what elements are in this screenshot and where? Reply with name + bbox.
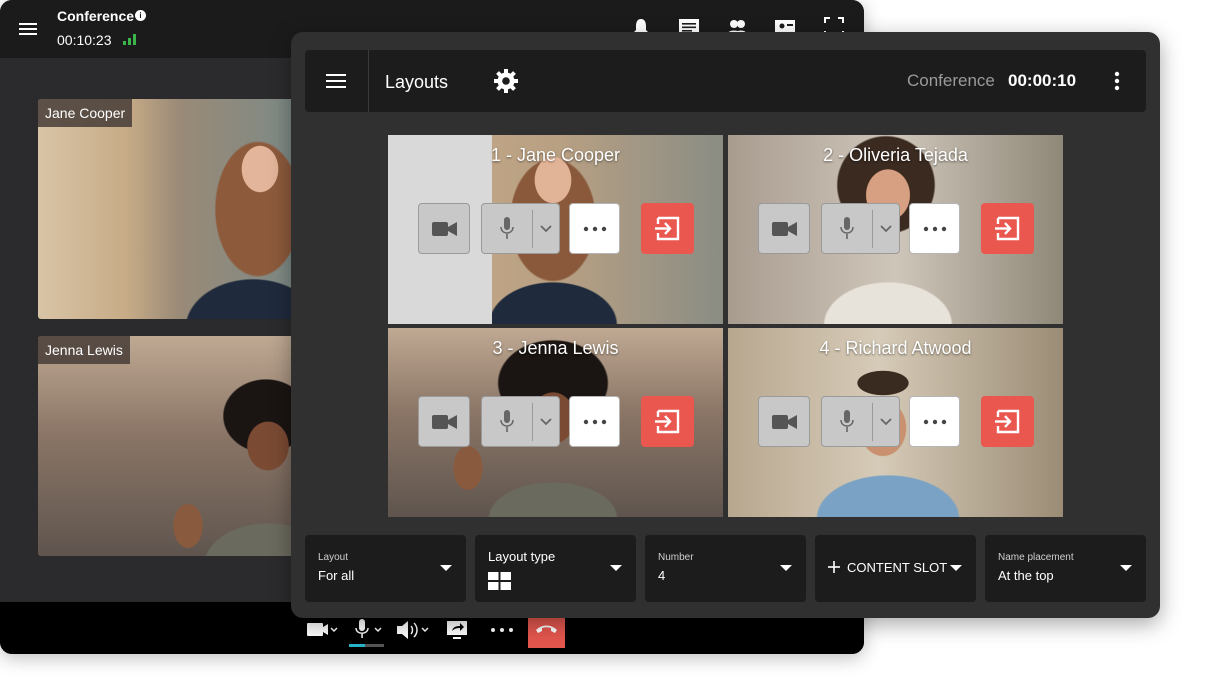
- more-options-icon[interactable]: [490, 617, 514, 643]
- conference-label: Conference: [907, 71, 995, 90]
- page-title: Layouts: [385, 72, 449, 92]
- more-options-button[interactable]: [569, 203, 620, 254]
- dropdown-value: At the top: [998, 568, 1054, 583]
- gear-icon[interactable]: [493, 68, 519, 94]
- mic-split-divider: [532, 210, 533, 248]
- caret-down-icon: [1120, 565, 1132, 571]
- more-options-button[interactable]: [909, 396, 960, 447]
- signal-strength-icon: [123, 34, 136, 45]
- slot-title: 2 - Oliveria Tejada: [823, 145, 968, 165]
- caret-down-icon: [610, 565, 622, 571]
- slot-title: 1 - Jane Cooper: [490, 145, 621, 165]
- caret-down-icon: [950, 565, 962, 571]
- remove-from-slot-button[interactable]: [981, 203, 1034, 254]
- mic-split-divider: [532, 403, 533, 441]
- conference-timer: 00:00:10: [1008, 71, 1077, 90]
- caret-down-icon: [780, 565, 792, 571]
- more-options-button[interactable]: [569, 396, 620, 447]
- participant-tile-jane[interactable]: Jane Cooper: [38, 99, 294, 319]
- mic-split-divider: [872, 403, 873, 441]
- dropdown-value: For all: [318, 568, 355, 583]
- more-options-button[interactable]: [909, 203, 960, 254]
- layout-slot-4[interactable]: 4 - Richard Atwood: [728, 328, 1063, 517]
- mic-level-meter: [349, 644, 384, 647]
- camera-button[interactable]: [758, 396, 810, 447]
- participant-tile-jenna[interactable]: Jenna Lewis: [38, 336, 294, 556]
- plus-icon: [828, 561, 840, 573]
- grid-2x2-icon: [488, 572, 511, 590]
- name-placement-dropdown[interactable]: Name placement At the top: [985, 535, 1146, 602]
- remove-from-slot-button[interactable]: [641, 396, 694, 447]
- slot-title: 4 - Richard Atwood: [819, 338, 972, 358]
- layout-slot-1[interactable]: 1 - Jane Cooper: [388, 135, 723, 324]
- hamburger-menu-icon[interactable]: [325, 71, 347, 91]
- participant-name-label: Jane Cooper: [38, 99, 133, 127]
- participant-name-label: Jenna Lewis: [38, 336, 130, 364]
- camera-button[interactable]: [758, 203, 810, 254]
- dropdown-value: 4: [658, 568, 666, 583]
- microphone-toggle-button[interactable]: [354, 617, 386, 643]
- hamburger-menu-icon[interactable]: [18, 19, 38, 39]
- caret-down-icon: [440, 565, 452, 571]
- microphone-button[interactable]: [821, 203, 900, 254]
- remove-from-slot-button[interactable]: [641, 203, 694, 254]
- dropdown-caption: Number: [658, 552, 694, 563]
- microphone-button[interactable]: [481, 203, 560, 254]
- header-divider: [368, 50, 369, 112]
- info-icon[interactable]: i: [135, 10, 146, 21]
- speaker-toggle-button[interactable]: [396, 617, 432, 643]
- dropdown-caption: Name placement: [998, 552, 1074, 563]
- layout-grid: 1 - Jane Cooper 2 - Oliveria Tejada 3 - …: [388, 135, 1063, 517]
- microphone-button[interactable]: [821, 396, 900, 447]
- slot-title: 3 - Jenna Lewis: [492, 338, 619, 358]
- content-slot-dropdown[interactable]: CONTENT SLOT: [815, 535, 976, 602]
- layout-slot-3[interactable]: 3 - Jenna Lewis: [388, 328, 723, 517]
- layouts-panel: Layouts Conference 00:00:10 1 - Jane Coo…: [291, 32, 1160, 618]
- conference-title: Conference: [57, 8, 135, 24]
- content-slot-label: CONTENT SLOT: [847, 560, 948, 575]
- layout-type-dropdown[interactable]: Layout type: [475, 535, 636, 602]
- layouts-header: Layouts Conference 00:00:10: [305, 50, 1146, 112]
- camera-button[interactable]: [418, 203, 470, 254]
- layout-dropdown[interactable]: Layout For all: [305, 535, 466, 602]
- dropdown-caption: Layout type: [488, 549, 556, 564]
- kebab-menu-icon[interactable]: [1110, 70, 1124, 92]
- conference-timer: 00:10:23: [57, 32, 112, 48]
- remove-from-slot-button[interactable]: [981, 396, 1034, 447]
- camera-toggle-button[interactable]: [306, 617, 340, 643]
- camera-button[interactable]: [418, 396, 470, 447]
- mic-split-divider: [872, 210, 873, 248]
- number-dropdown[interactable]: Number 4: [645, 535, 806, 602]
- share-screen-icon[interactable]: [446, 617, 468, 643]
- dropdown-caption: Layout: [318, 552, 349, 563]
- layout-settings-bar: Layout For all Layout type Number 4 CONT…: [305, 535, 1146, 602]
- layout-slot-2[interactable]: 2 - Oliveria Tejada: [728, 135, 1063, 324]
- microphone-button[interactable]: [481, 396, 560, 447]
